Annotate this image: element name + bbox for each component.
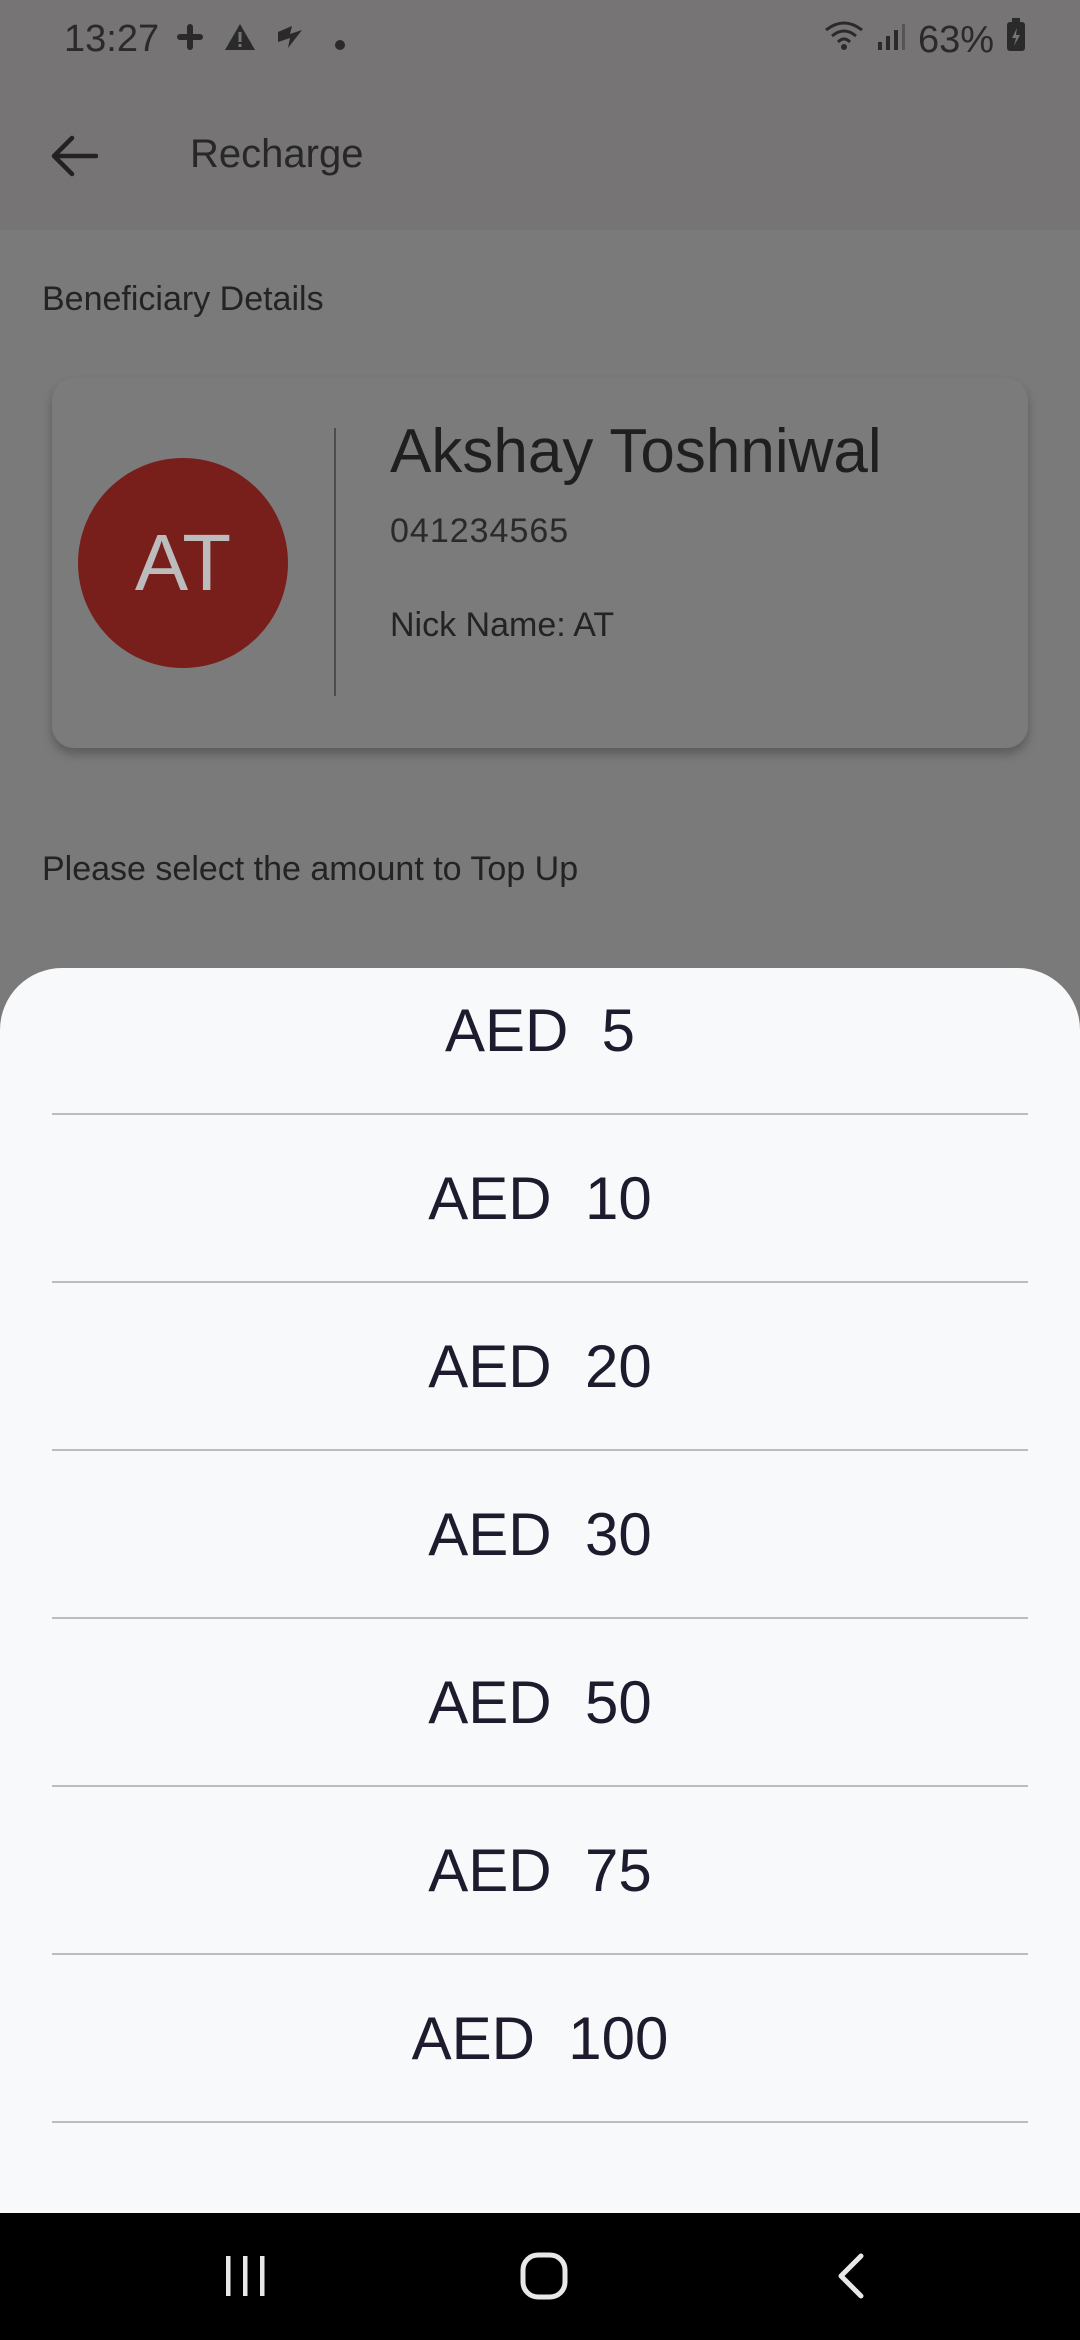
card-divider bbox=[334, 428, 336, 696]
amount-option-20[interactable]: AED 20 bbox=[52, 1283, 1028, 1451]
signal-icon bbox=[876, 19, 906, 62]
battery-icon bbox=[1006, 18, 1026, 62]
battery-percent: 63% bbox=[917, 18, 994, 61]
slack-icon bbox=[172, 22, 208, 60]
status-bar: 13:27 63% bbox=[0, 0, 1080, 80]
amount-label: AED 100 bbox=[411, 2004, 669, 2072]
system-back-button[interactable] bbox=[810, 2241, 890, 2311]
home-icon bbox=[520, 2252, 568, 2300]
amount-option-100[interactable]: AED 100 bbox=[52, 1955, 1028, 2123]
recent-apps-button[interactable] bbox=[206, 2241, 286, 2311]
warning-icon bbox=[222, 22, 258, 60]
amount-label: AED 75 bbox=[428, 1836, 652, 1904]
amount-option-10[interactable]: AED 10 bbox=[52, 1115, 1028, 1283]
amount-option-50[interactable]: AED 50 bbox=[52, 1619, 1028, 1787]
beneficiary-card: AT Akshay Toshniwal 041234565 Nick Name:… bbox=[52, 378, 1028, 748]
beneficiary-phone: 041234565 bbox=[390, 512, 570, 550]
home-button[interactable] bbox=[504, 2241, 584, 2311]
navigation-bar bbox=[0, 2213, 1080, 2340]
chevron-left-icon bbox=[838, 2253, 864, 2299]
app-notification-icon bbox=[272, 22, 308, 60]
avatar-initials: AT bbox=[134, 518, 232, 607]
amount-label: AED 30 bbox=[428, 1500, 652, 1568]
recent-apps-icon bbox=[226, 2256, 265, 2296]
system-icons: 63% bbox=[824, 18, 1026, 62]
beneficiary-name: Akshay Toshniwal bbox=[390, 417, 882, 486]
arrow-left-icon bbox=[51, 135, 98, 177]
amount-option-30[interactable]: AED 30 bbox=[52, 1451, 1028, 1619]
amount-label: AED 5 bbox=[444, 997, 636, 1064]
back-button[interactable] bbox=[40, 126, 108, 186]
amount-option-5[interactable]: AED 5 bbox=[52, 968, 1028, 1115]
amount-bottom-sheet: AED 5 AED 10 AED 20 AED 30 AED 50 AED 75… bbox=[0, 968, 1080, 2213]
amount-list: AED 5 AED 10 AED 20 AED 30 AED 50 AED 75… bbox=[52, 968, 1028, 2123]
beneficiary-details-label: Beneficiary Details bbox=[42, 280, 324, 318]
app-bar: Recharge bbox=[0, 80, 1080, 230]
notification-icons bbox=[172, 22, 358, 60]
status-time: 13:27 bbox=[64, 18, 160, 60]
dot-icon bbox=[322, 23, 358, 60]
wifi-icon bbox=[824, 19, 864, 62]
page-title: Recharge bbox=[190, 132, 364, 176]
amount-option-75[interactable]: AED 75 bbox=[52, 1787, 1028, 1955]
amount-label: AED 10 bbox=[428, 1164, 652, 1232]
amount-label: AED 20 bbox=[428, 1332, 652, 1400]
select-amount-label: Please select the amount to Top Up bbox=[42, 850, 579, 888]
avatar: AT bbox=[78, 458, 288, 668]
amount-label: AED 50 bbox=[428, 1668, 652, 1736]
beneficiary-nick-name: Nick Name: AT bbox=[390, 606, 615, 644]
